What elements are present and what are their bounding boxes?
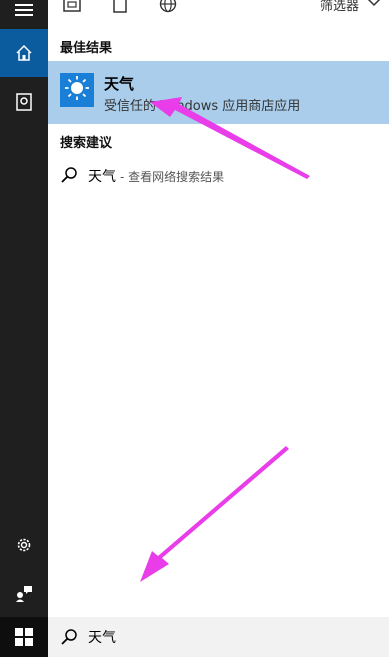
feedback-icon bbox=[15, 584, 33, 602]
chevron-down-icon bbox=[363, 0, 385, 12]
search-icon bbox=[60, 166, 78, 184]
weather-sun-icon bbox=[64, 75, 90, 105]
settings-button[interactable] bbox=[0, 521, 48, 569]
weather-app-tile bbox=[60, 73, 94, 107]
annotation-arrow-to-searchbox bbox=[140, 446, 289, 582]
best-match-result[interactable]: 天气 受信任的 Windows 应用商店应用 bbox=[48, 61, 389, 124]
results-toolbar: 筛选器 bbox=[48, 0, 389, 14]
windows-logo-icon bbox=[15, 628, 33, 646]
suggestion-query: 天气 bbox=[88, 169, 116, 185]
gear-icon bbox=[15, 536, 33, 554]
web-filter-button[interactable] bbox=[158, 0, 178, 14]
globe-icon bbox=[158, 0, 178, 14]
apps-filter-button[interactable] bbox=[62, 0, 82, 14]
search-suggestion-item[interactable]: 天气 - 查看网络搜索结果 bbox=[48, 162, 389, 190]
search-input[interactable] bbox=[88, 626, 378, 648]
home-icon bbox=[15, 44, 33, 62]
result-app-name: 天气 bbox=[104, 75, 135, 93]
document-icon bbox=[110, 0, 130, 14]
left-rail bbox=[0, 0, 48, 657]
taskbar-search-box[interactable] bbox=[48, 617, 389, 657]
feedback-button[interactable] bbox=[0, 569, 48, 617]
search-suggestions-heading: 搜索建议 bbox=[60, 136, 113, 151]
documents-filter-button[interactable] bbox=[110, 0, 130, 14]
suggestion-hint: - 查看网络搜索结果 bbox=[120, 170, 225, 184]
app-window-icon bbox=[62, 0, 82, 14]
start-button[interactable] bbox=[0, 617, 48, 657]
search-icon bbox=[60, 628, 78, 646]
result-app-subtitle: 受信任的 Windows 应用商店应用 bbox=[104, 99, 301, 114]
documents-button[interactable] bbox=[0, 78, 48, 126]
home-button[interactable] bbox=[0, 29, 48, 77]
hamburger-menu-icon bbox=[15, 4, 33, 18]
best-match-heading: 最佳结果 bbox=[60, 41, 113, 56]
document-icon bbox=[16, 93, 32, 111]
hamburger-menu-button[interactable] bbox=[0, 0, 48, 22]
filter-dropdown-toggle[interactable] bbox=[363, 0, 385, 12]
filter-dropdown-label[interactable]: 筛选器 bbox=[320, 0, 359, 14]
